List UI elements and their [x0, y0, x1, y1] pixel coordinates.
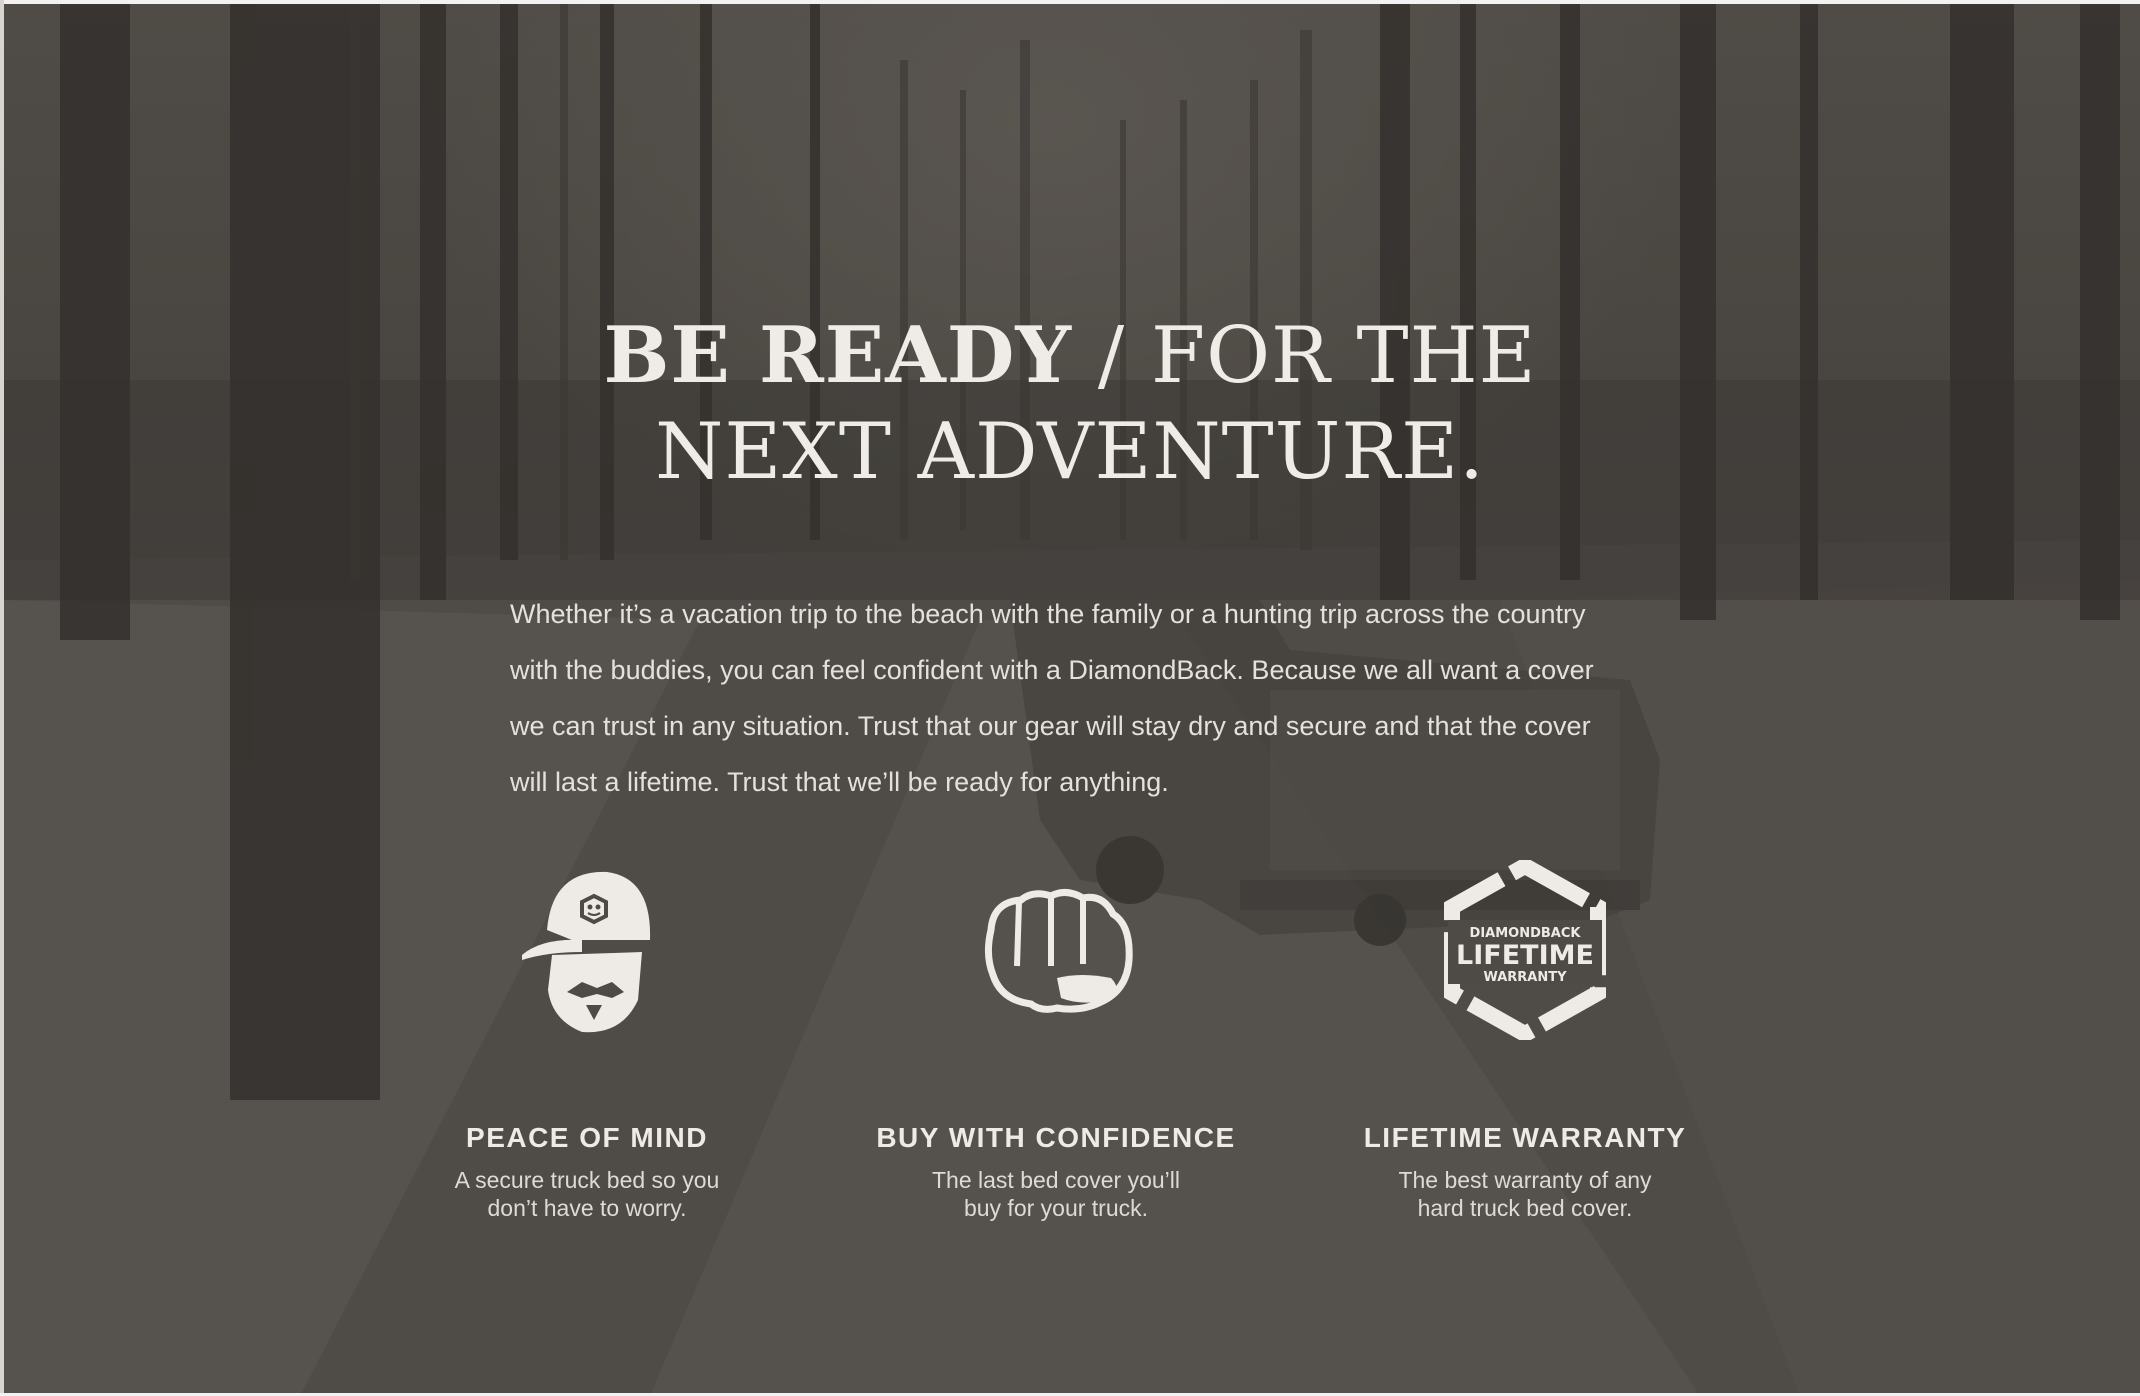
feature-peace-of-mind: PEACE OF MIND A secure truck bed so you … — [377, 850, 797, 1222]
feature-buy-with-confidence: BUY WITH CONFIDENCE The last bed cover y… — [846, 850, 1266, 1222]
page-border-left — [0, 0, 4, 1396]
feature-description-line-1: A secure truck bed so you — [454, 1167, 720, 1193]
feature-description-line-2: buy for your truck. — [963, 1195, 1149, 1221]
feature-description-line-2: hard truck bed cover. — [1417, 1195, 1633, 1221]
feature-description: The best warranty of any hard truck bed … — [1315, 1166, 1735, 1222]
feature-description: The last bed cover you’ll buy for your t… — [846, 1166, 1266, 1222]
feature-description-line-1: The best warranty of any — [1398, 1167, 1652, 1193]
lifetime-warranty-badge-icon: DIAMONDBACK LIFETIME WARRANTY — [1315, 850, 1735, 1050]
body-paragraph: Whether it’s a vacation trip to the beac… — [510, 599, 1594, 797]
feature-title: BUY WITH CONFIDENCE — [876, 1122, 1236, 1153]
headline-line-1: BE READY / FOR THE — [0, 308, 2140, 404]
feature-lifetime-warranty: DIAMONDBACK LIFETIME WARRANTY LIFETIME W… — [1315, 850, 1735, 1222]
feature-description: A secure truck bed so you don’t have to … — [377, 1166, 797, 1222]
badge-top-text: DIAMONDBACK — [1470, 926, 1582, 941]
brochure-page: BE READY / FOR THE NEXT ADVENTURE. Wheth… — [0, 0, 2140, 1396]
headline-line-2: NEXT ADVENTURE. — [655, 407, 1485, 497]
feature-description-line-1: The last bed cover you’ll — [931, 1167, 1180, 1193]
headline-bold: BE READY — [603, 310, 1073, 401]
feature-description-line-2: don’t have to worry. — [487, 1195, 687, 1221]
headline: BE READY / FOR THE NEXT ADVENTURE. — [0, 308, 2140, 500]
badge-bottom-text: WARRANTY — [1483, 970, 1567, 985]
bearded-man-cap-icon — [377, 850, 797, 1050]
fist-icon — [846, 850, 1266, 1050]
feature-title: LIFETIME WARRANTY — [1363, 1122, 1687, 1153]
headline-light: / FOR THE — [1072, 311, 1537, 401]
feature-title: PEACE OF MIND — [466, 1122, 708, 1153]
badge-middle-text: LIFETIME — [1456, 940, 1594, 971]
page-border-top — [0, 0, 2140, 4]
